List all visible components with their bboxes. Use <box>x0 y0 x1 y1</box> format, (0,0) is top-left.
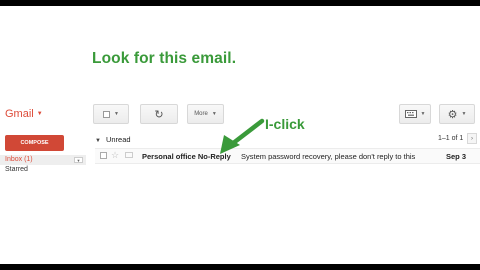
annotation-label: I-click <box>265 116 305 132</box>
video-frame: Look for this email. Gmail ▼ ▼ ↻ More ▼ ▼ … <box>0 6 480 264</box>
pointer-arrow-icon <box>220 118 265 154</box>
